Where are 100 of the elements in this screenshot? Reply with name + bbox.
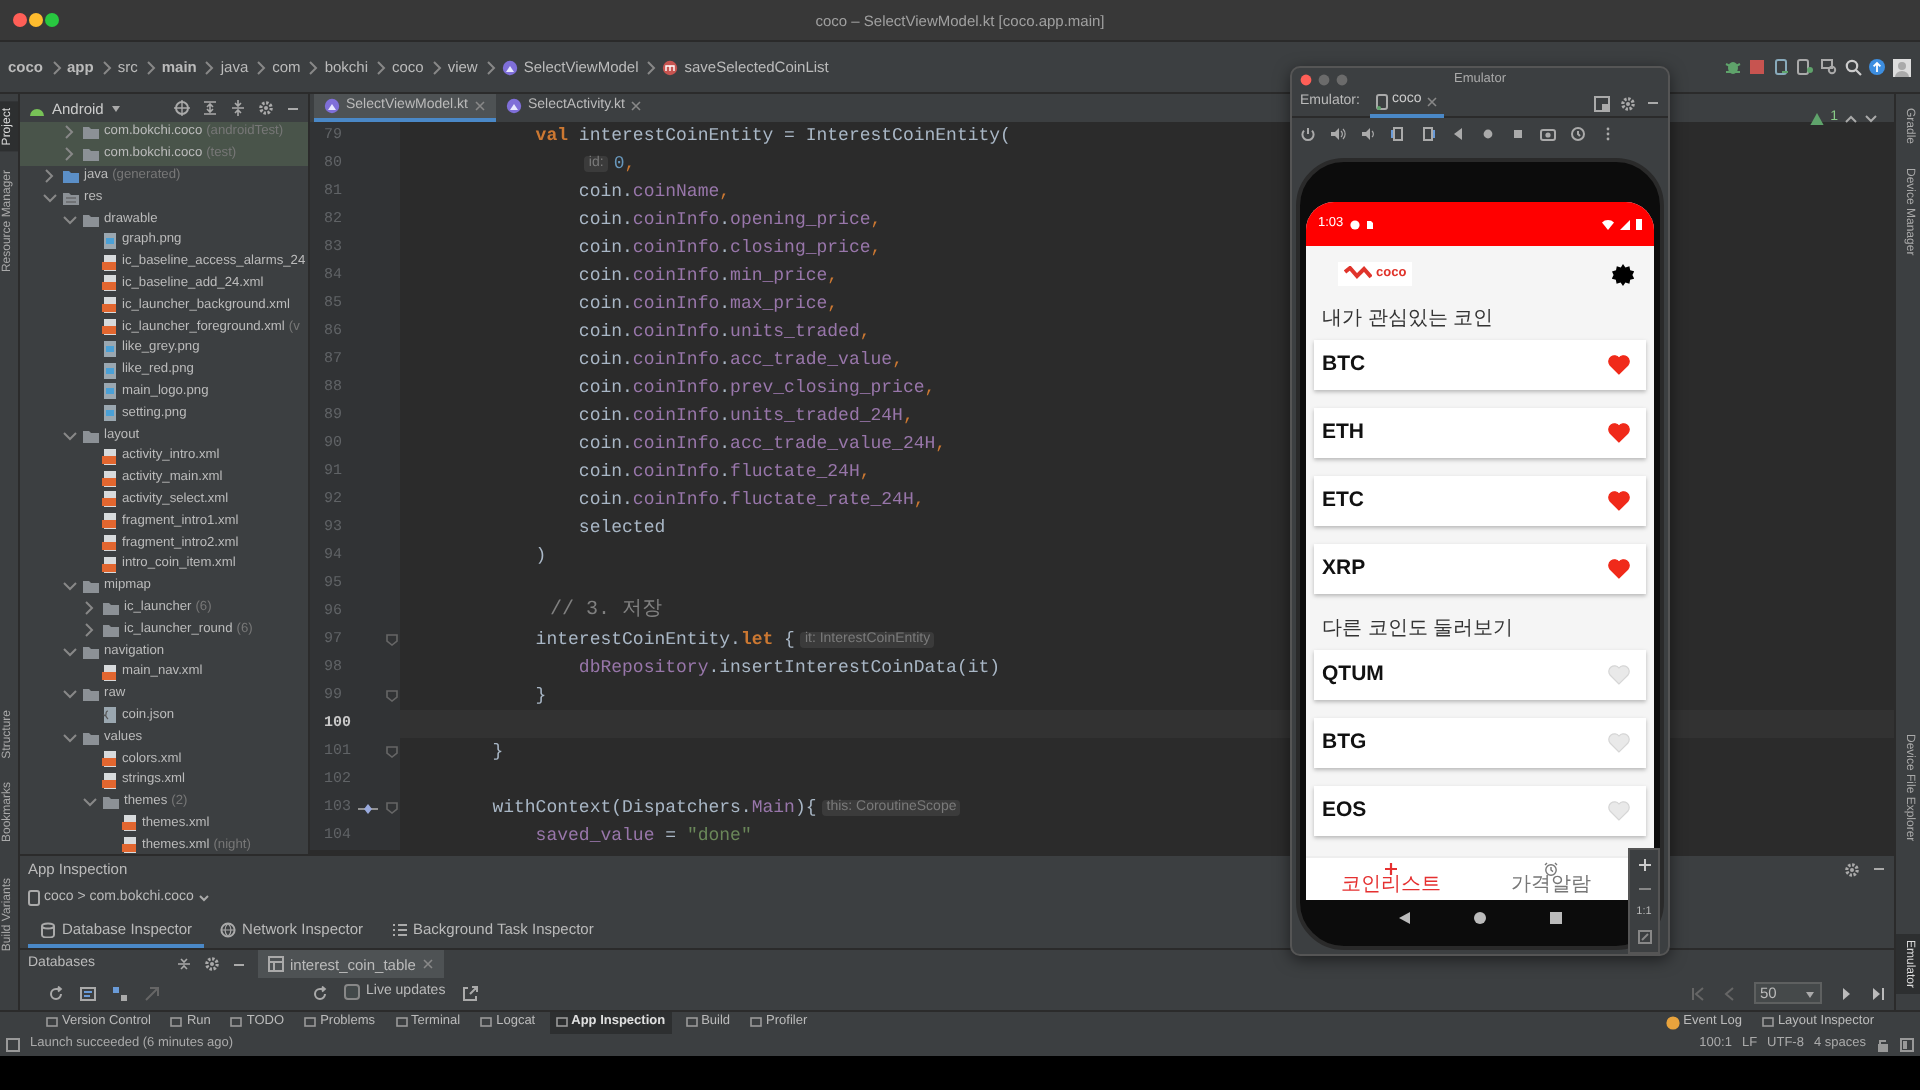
expand-collapse-icon[interactable] [176, 956, 192, 972]
update-icon[interactable] [1868, 58, 1886, 76]
last-page-icon[interactable] [1870, 985, 1886, 1001]
bottom-nav-tab[interactable]: 가격알람 [1511, 858, 1591, 900]
coin-card[interactable]: BTC [1314, 340, 1646, 390]
coin-card[interactable]: ETH [1314, 408, 1646, 458]
code-token: . [719, 209, 731, 231]
coin-card[interactable]: BTG [1314, 718, 1646, 768]
account-icon[interactable] [1892, 57, 1912, 77]
code-token: , [935, 433, 947, 455]
device-icon [1375, 93, 1388, 109]
code-token: min_price [730, 265, 828, 287]
volume-down-icon[interactable] [1360, 125, 1376, 141]
fold-marker-icon[interactable] [386, 634, 398, 646]
power-icon[interactable] [1300, 125, 1316, 141]
coin-card[interactable]: EOS [1314, 786, 1646, 836]
fit-screen-icon[interactable] [1637, 930, 1651, 944]
code-token: . [719, 433, 731, 455]
heart-icon[interactable] [1608, 422, 1630, 444]
zoom-in-icon[interactable] [1637, 858, 1651, 873]
code-token: , [624, 153, 636, 175]
volume-up-icon[interactable] [1330, 125, 1346, 141]
window-mode-icon[interactable] [1594, 95, 1610, 111]
code-token: acc_trade_value_24H [730, 433, 936, 455]
kotlin-file-icon [324, 98, 340, 114]
code-token: coinInfo [632, 405, 720, 427]
memory-icon[interactable] [1900, 1037, 1914, 1051]
settings-icon[interactable] [1612, 263, 1634, 285]
fold-marker-icon[interactable] [386, 802, 398, 814]
snapshot-icon[interactable] [1570, 125, 1586, 141]
chevron-icon [99, 59, 112, 75]
code-token: , [924, 377, 936, 399]
coin-card[interactable]: XRP [1314, 544, 1646, 594]
refresh-icon[interactable] [312, 985, 328, 1001]
close-icon[interactable] [1425, 95, 1438, 107]
home-icon[interactable] [1472, 910, 1488, 926]
magnifier-icon[interactable] [1820, 58, 1838, 76]
code-token: coinInfo [632, 293, 720, 315]
phone-icon[interactable] [1796, 58, 1814, 76]
heart-icon[interactable] [1608, 490, 1630, 512]
code-token: prev_closing_price [730, 377, 925, 399]
coin-card[interactable]: ETC [1314, 476, 1646, 526]
collapse-all-icon[interactable] [230, 100, 246, 116]
open-external-icon[interactable] [461, 985, 478, 1001]
code-token: coin. [576, 321, 633, 343]
caret-icon [197, 891, 210, 904]
caret-icon [109, 102, 122, 114]
panel-toggle-icon[interactable] [6, 1037, 20, 1051]
rotate-right-icon[interactable] [1420, 125, 1436, 141]
lock-icon[interactable] [1876, 1037, 1890, 1051]
code-token: ) [533, 545, 547, 567]
next-icon[interactable] [1864, 111, 1878, 126]
camera-icon[interactable] [1540, 125, 1556, 141]
code-token: , [870, 209, 882, 231]
previous-icon[interactable] [1844, 111, 1858, 126]
notification-icon [1349, 219, 1360, 229]
back-icon[interactable] [1396, 910, 1412, 926]
schema-icon[interactable] [112, 985, 128, 1001]
code-token: coinInfo [632, 237, 720, 259]
coin-card[interactable]: QTUM [1314, 650, 1646, 700]
minimize-icon[interactable] [1872, 862, 1886, 876]
heart-icon[interactable] [1608, 558, 1630, 580]
query-icon[interactable] [80, 985, 96, 1001]
heart-icon[interactable] [1608, 354, 1630, 376]
code-token: units_traded_24H [730, 405, 903, 427]
section-heading: 다른 코인도 둘러보기 [1320, 616, 1516, 644]
code-token: . [719, 489, 731, 511]
home-icon[interactable] [1480, 125, 1496, 141]
sim-card-icon [1365, 219, 1374, 229]
refresh-icon[interactable] [48, 985, 64, 1001]
alarm-clock-icon [1544, 862, 1558, 876]
expand-all-icon[interactable] [202, 100, 218, 116]
bottom-nav-tab[interactable]: 코인리스트 [1341, 858, 1441, 900]
code-token: coinInfo [632, 433, 720, 455]
stop-icon[interactable] [1748, 58, 1766, 76]
overview-icon[interactable] [1548, 910, 1564, 926]
code-token: . [719, 265, 731, 287]
code-token: withContext(Dispatchers. [490, 797, 752, 819]
device-icon[interactable] [1772, 58, 1790, 76]
fold-marker-icon[interactable] [386, 746, 398, 758]
chevron-icon [374, 59, 386, 75]
overview-icon[interactable] [1510, 125, 1526, 141]
code-token: { [782, 629, 795, 651]
coin-name: QTUM [1322, 662, 1384, 688]
locate-icon[interactable] [174, 100, 190, 116]
next-page-icon[interactable] [1838, 985, 1854, 1001]
code-token: = [663, 825, 679, 847]
fold-marker-icon[interactable] [386, 690, 398, 702]
checkbox[interactable] [344, 984, 360, 1001]
code-token: val [533, 125, 569, 147]
rotate-left-icon[interactable] [1390, 125, 1406, 141]
code-token: coin. [576, 405, 633, 427]
debug-icon[interactable] [1724, 58, 1742, 76]
code-token: opening_price [730, 209, 871, 231]
code-token: selected [576, 517, 666, 539]
close-icon[interactable] [630, 100, 643, 112]
minimize-icon[interactable] [1646, 96, 1660, 110]
search-icon[interactable] [1844, 58, 1862, 76]
code-token: coin. [576, 377, 633, 399]
xml-file-icon [102, 663, 118, 682]
